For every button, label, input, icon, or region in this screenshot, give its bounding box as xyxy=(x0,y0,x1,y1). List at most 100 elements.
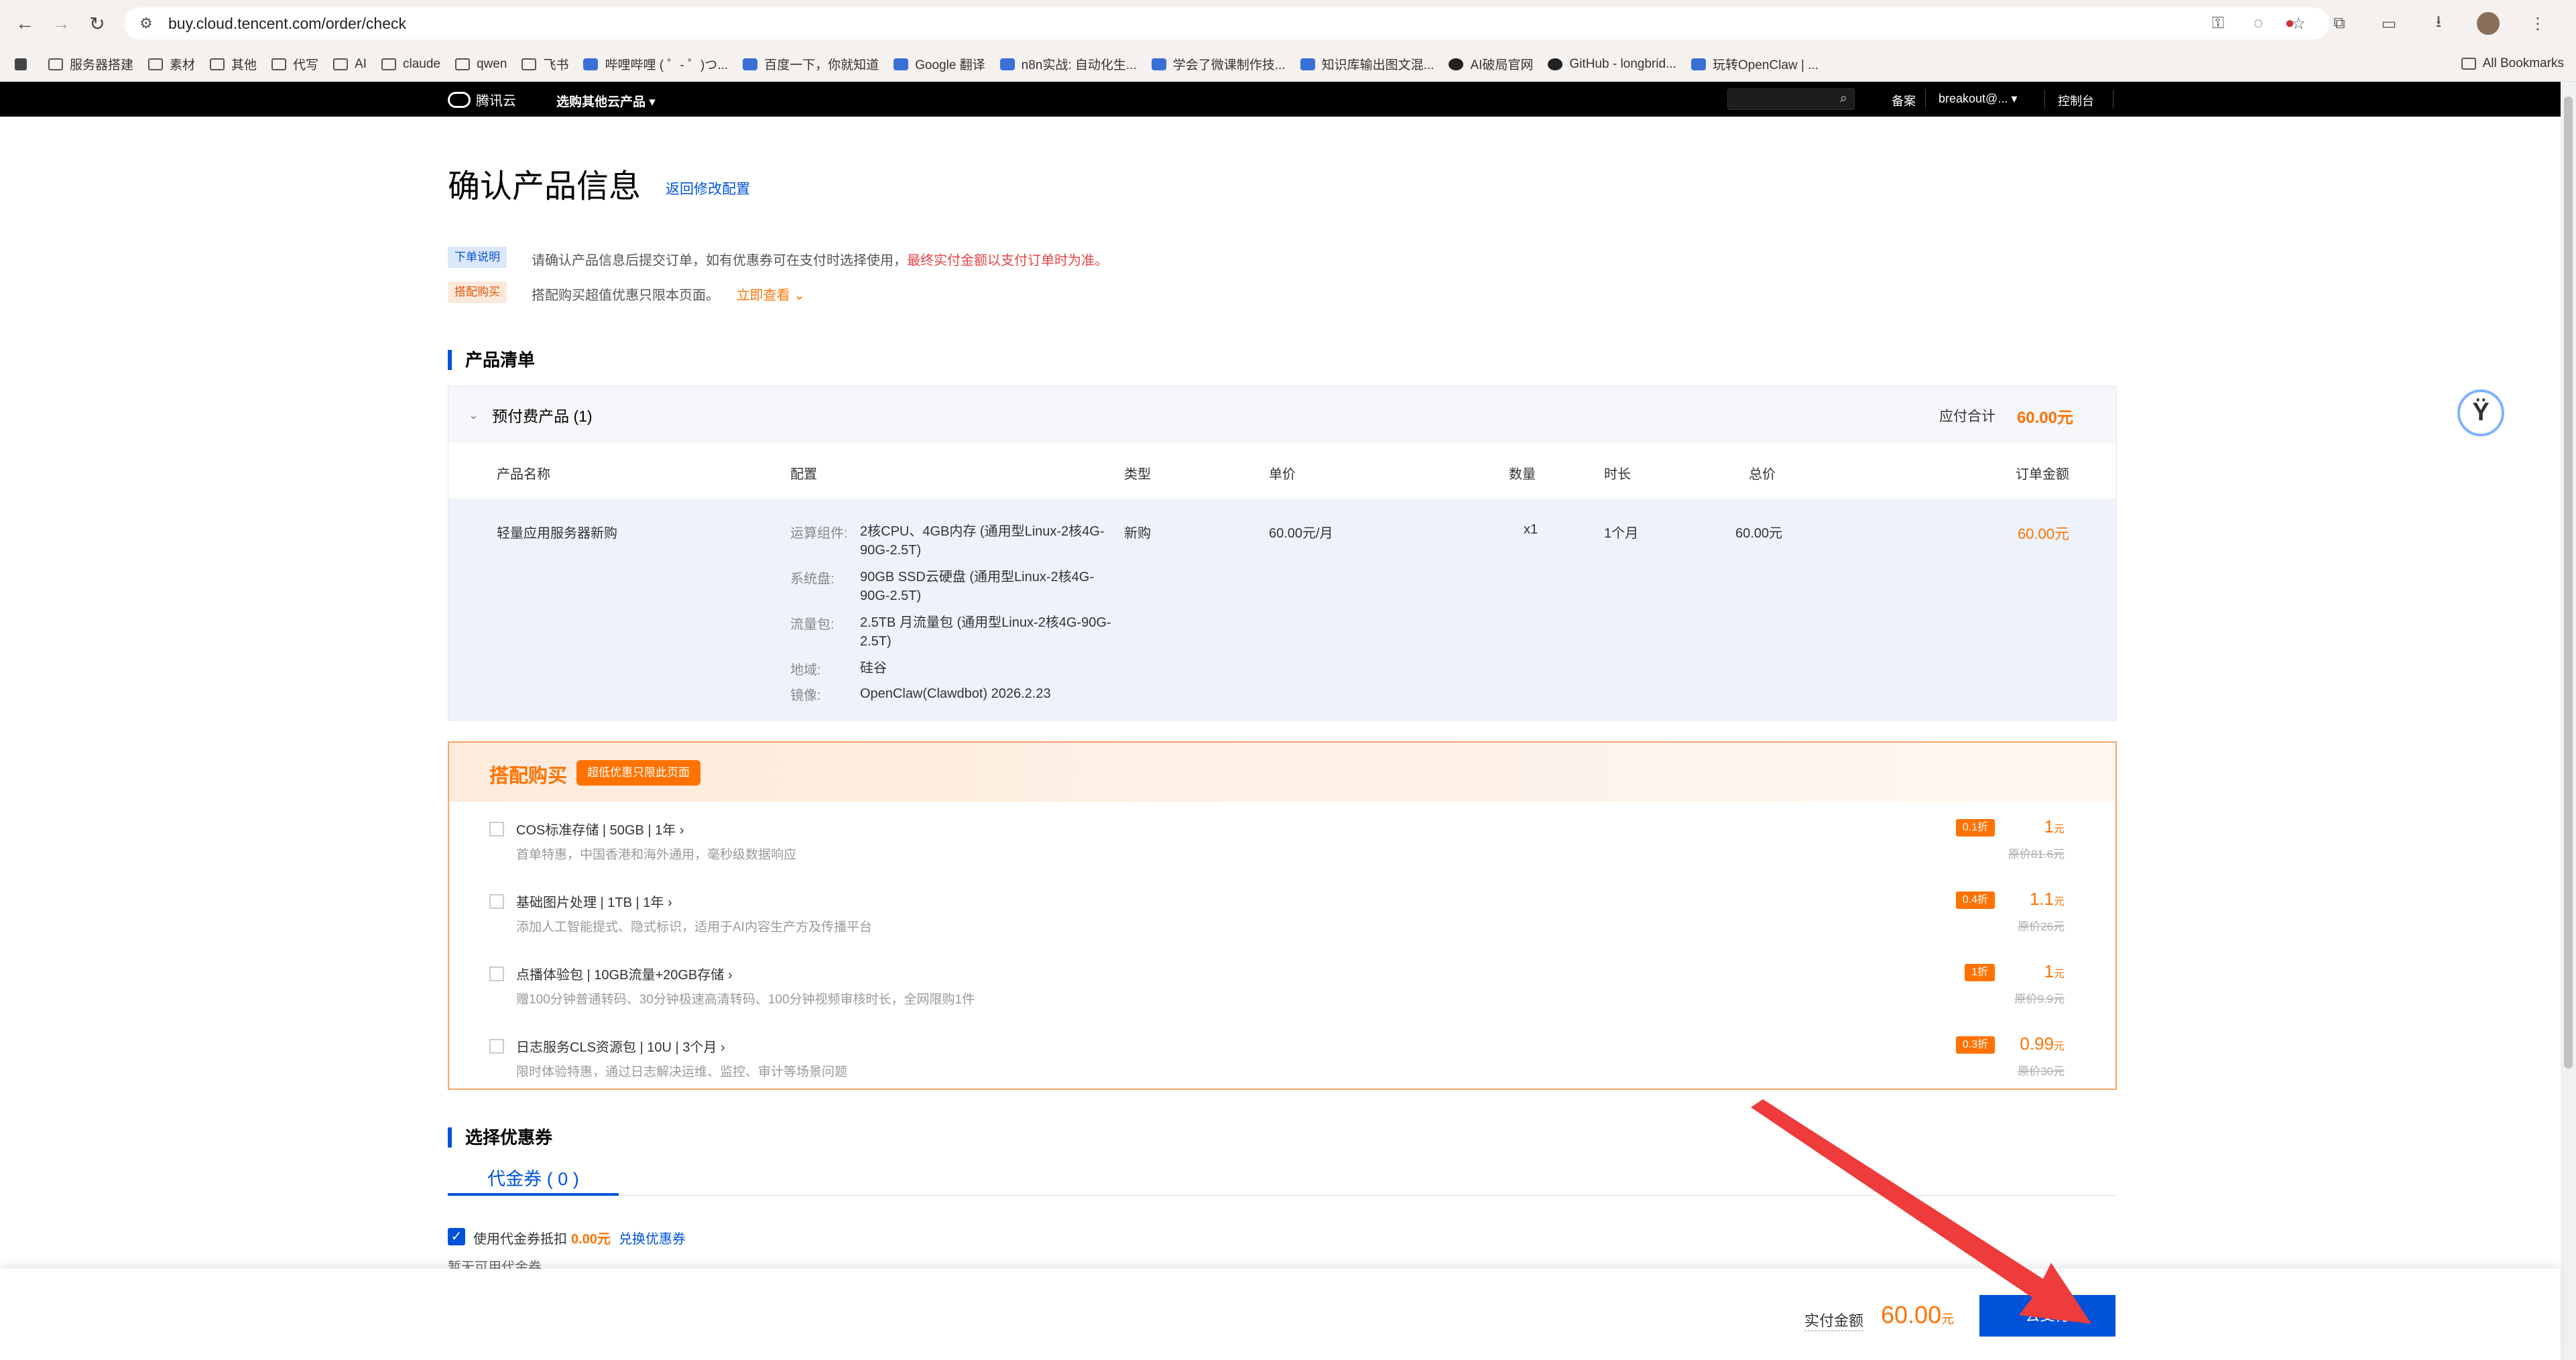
tab-divider xyxy=(619,1195,2117,1196)
bookmark-link[interactable]: 哔哩哔哩 ( ゜- ゜)つ... xyxy=(583,55,728,73)
group-title: 预付费产品 (1) xyxy=(492,408,593,425)
bookmark-link[interactable]: 知识库输出图文混... xyxy=(1300,55,1434,73)
tab-voucher[interactable]: 代金券 ( 0 ) xyxy=(448,1166,619,1196)
chevron-right-icon: › xyxy=(667,895,672,910)
folder-icon xyxy=(271,58,287,70)
product-name: 轻量应用服务器新购 xyxy=(497,526,617,541)
tencent-cloud-logo[interactable]: 腾讯云 xyxy=(448,90,516,109)
addon-checkbox[interactable] xyxy=(489,822,504,837)
combo-note: 搭配购买超值优惠只限本页面。 立即查看 ⌄ xyxy=(532,288,805,303)
reload-icon[interactable]: ↻ xyxy=(86,12,109,35)
combo-tag: 搭配购买 xyxy=(448,282,507,303)
checkout-bar: 实付金额 60.00元 去支付 xyxy=(0,1269,2561,1360)
site-info-icon[interactable]: ⚙ xyxy=(136,13,156,34)
bookmark-link[interactable]: GitHub - longbrid... xyxy=(1548,57,1676,72)
addon-checkbox[interactable] xyxy=(489,894,504,909)
bookmark-folder[interactable]: 素材 xyxy=(148,55,195,73)
addon-name-link[interactable]: 日志服务CLS资源包 | 10U | 3个月 › xyxy=(516,1036,725,1056)
bookmark-folder[interactable]: claude xyxy=(381,57,440,72)
page-scrollbar[interactable] xyxy=(2561,82,2576,1360)
bookmarks-bar: 服务器搭建 素材 其他 代写 AI claude qwen 飞书 哔哩哔哩 ( … xyxy=(0,47,2576,82)
menu-kebab-icon[interactable]: ⋮ xyxy=(2526,12,2549,35)
col-header: 总价 xyxy=(1749,467,1776,482)
check-icon: ✓ xyxy=(450,1229,463,1244)
assistant-float-icon[interactable]: Ÿ xyxy=(2457,389,2504,436)
download-icon[interactable]: ⭳ xyxy=(2427,12,2450,35)
search-icon[interactable]: ⌕ xyxy=(1840,91,1847,107)
address-bar[interactable]: ⚙ buy.cloud.tencent.com/order/check ⚿ ◌ … xyxy=(124,7,2329,40)
addon-name-link[interactable]: COS标准存储 | 50GB | 1年 › xyxy=(516,819,684,839)
view-now-link[interactable]: 立即查看 ⌄ xyxy=(737,288,805,303)
line-total: 60.00元 xyxy=(1735,526,1783,541)
addon-price: 1元 xyxy=(2044,816,2065,837)
combo-title: 搭配购买 xyxy=(489,765,568,787)
apps-grid-icon[interactable] xyxy=(15,58,34,70)
site-search-input[interactable]: ⌕ xyxy=(1727,88,1855,110)
eye-off-icon[interactable]: ◌ xyxy=(2248,13,2269,34)
chevron-right-icon: › xyxy=(679,823,684,838)
bookmark-folder[interactable]: 代写 xyxy=(271,55,318,73)
addon-desc: 添加人工智能提式、隐式标识，适用于AI内容生产方及传播平台 xyxy=(516,920,872,934)
discount-badge: 0.4折 xyxy=(1955,891,1995,909)
double-chevron-down-icon: ⌄ xyxy=(794,288,805,303)
filing-link[interactable]: 备案 xyxy=(1892,92,1916,109)
addon-name-link[interactable]: 点播体验包 | 10GB流量+20GB存储 › xyxy=(516,964,733,983)
use-voucher-checkbox[interactable]: ✓ xyxy=(448,1228,465,1245)
purchase-type: 新购 xyxy=(1124,526,1151,541)
console-link[interactable]: 控制台 xyxy=(2058,92,2094,109)
prepaid-group-header[interactable]: ⌄ 预付费产品 (1) 应付合计 60.00元 xyxy=(448,387,2116,443)
key-icon[interactable]: ⚿ xyxy=(2207,13,2229,34)
bookmark-folder[interactable]: 服务器搭建 xyxy=(48,55,133,73)
addon-orig-price: 原价9.9元 xyxy=(2014,993,2065,1005)
table-header: 产品名称 配置 类型 单价 数量 时长 总价 订单金额 xyxy=(448,443,2116,499)
baidu-icon xyxy=(743,58,758,70)
divider xyxy=(2044,90,2045,109)
addon-orig-price: 原价30元 xyxy=(2018,1065,2065,1078)
bookmark-link[interactable]: Google 翻译 xyxy=(894,55,985,73)
combo-header: 搭配购买 超低优惠只限此页面 xyxy=(449,743,2115,802)
col-header: 类型 xyxy=(1124,467,1151,482)
coupon-section-title: 选择优惠券 xyxy=(448,1127,552,1148)
account-menu[interactable]: breakout@... ▾ xyxy=(1939,92,2017,106)
exchange-coupon-link[interactable]: 兑换优惠券 xyxy=(619,1232,686,1247)
addon-checkbox[interactable] xyxy=(489,967,504,981)
bookmark-link[interactable]: 百度一下，你就知道 xyxy=(743,55,879,73)
bookmark-folder[interactable]: qwen xyxy=(455,57,507,72)
folder-icon xyxy=(381,58,397,70)
bookmark-folder[interactable]: AI xyxy=(333,57,367,72)
bookmark-link[interactable]: n8n实战: 自动化生... xyxy=(999,55,1137,73)
bookmark-link[interactable]: 玩转OpenClaw | ... xyxy=(1691,55,1819,73)
extensions-puzzle-icon[interactable]: ⧉ xyxy=(2328,12,2351,35)
duration: 1个月 xyxy=(1604,526,1639,541)
profile-avatar[interactable] xyxy=(2477,12,2500,35)
addon-price: 1.1元 xyxy=(2029,889,2065,909)
product-list-panel: ⌄ 预付费产品 (1) 应付合计 60.00元 产品名称 配置 类型 单价 数量… xyxy=(448,386,2117,721)
chevron-down-icon[interactable]: ⌄ xyxy=(469,408,479,422)
quantity: x1 xyxy=(1524,522,1538,537)
back-icon[interactable]: ← xyxy=(13,12,36,35)
tab-search-icon[interactable]: ▭ xyxy=(2378,12,2400,35)
bookmark-link[interactable]: AI破局官网 xyxy=(1449,55,1533,73)
pay-button[interactable]: 去支付 xyxy=(1979,1295,2115,1337)
addon-checkbox[interactable] xyxy=(489,1039,504,1054)
forward-icon[interactable]: → xyxy=(50,12,72,35)
bookmark-link[interactable]: 学会了微课制作技... xyxy=(1151,55,1286,73)
col-header: 数量 xyxy=(1509,467,1536,482)
paid-amount-label[interactable]: 实付金额 xyxy=(1804,1309,1864,1331)
back-to-config-link[interactable]: 返回修改配置 xyxy=(666,178,750,198)
divider xyxy=(1925,90,1926,109)
all-bookmarks[interactable]: All Bookmarks xyxy=(2461,56,2564,71)
bookmark-folder[interactable]: 其他 xyxy=(210,55,257,73)
folder-icon xyxy=(2461,58,2476,70)
total-value: 60.00元 xyxy=(2016,409,2073,427)
extension-red-icon[interactable]: ● xyxy=(2278,12,2301,35)
cloud-icon xyxy=(1691,58,1706,70)
url-text: buy.cloud.tencent.com/order/check xyxy=(168,14,406,32)
addon-item: 点播体验包 | 10GB流量+20GB存储 › 赠100分钟普通转码、30分钟极… xyxy=(449,952,2115,1024)
chevron-right-icon: › xyxy=(727,968,733,983)
scrollbar-thumb[interactable] xyxy=(2564,97,2573,1068)
bookmark-folder[interactable]: 飞书 xyxy=(522,55,568,73)
addon-name-link[interactable]: 基础图片处理 | 1TB | 1年 › xyxy=(516,891,672,911)
product-menu[interactable]: 选购其他云产品 ▾ xyxy=(556,92,656,110)
table-row: 轻量应用服务器新购 运算组件: 2核CPU、4GB内存 (通用型Linux-2核4… xyxy=(448,499,2116,721)
